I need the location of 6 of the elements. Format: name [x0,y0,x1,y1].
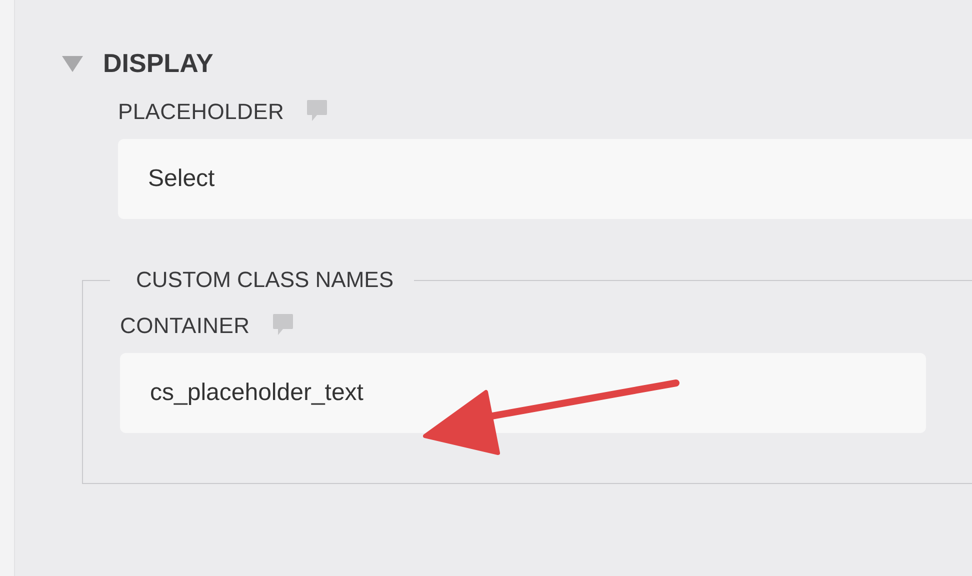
text-field[interactable]: cs_placeholder_text [120,353,926,433]
field-label: PLACEHOLDER [118,99,284,125]
field-label: CONTAINER [120,313,250,339]
section-toggle[interactable]: DISPLAY [62,48,214,79]
group-legend: CUSTOM CLASS NAMES [110,267,414,293]
text-field[interactable]: Select [118,139,972,219]
